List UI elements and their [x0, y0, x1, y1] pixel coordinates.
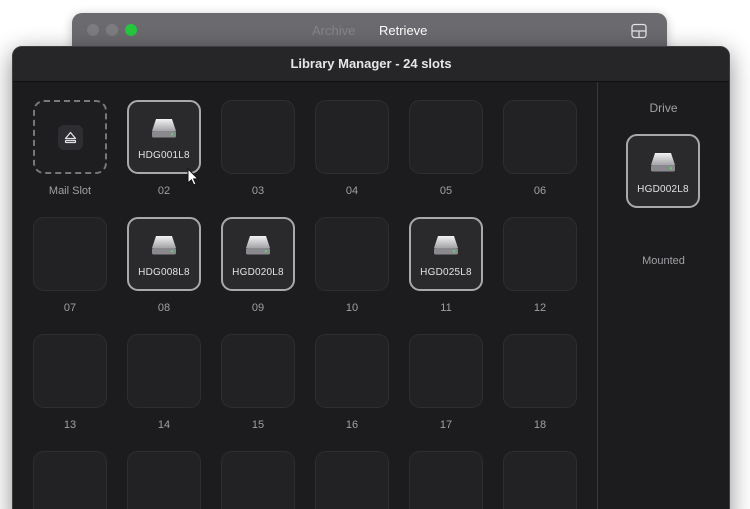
slot-number-label: 12: [533, 302, 547, 314]
empty-slot[interactable]: [33, 451, 107, 509]
drive-slot[interactable]: HGD002L8: [626, 134, 700, 208]
slot-number-label: Mail Slot: [48, 185, 92, 197]
eject-icon: [64, 131, 77, 144]
slot-number-label: 03: [251, 185, 265, 197]
tab-retrieve[interactable]: Retrieve: [379, 24, 427, 38]
drive-heading: Drive: [649, 101, 678, 115]
disk-name: HGD025L8: [420, 267, 472, 278]
slot-number-label: 10: [345, 302, 359, 314]
slot-number-label: 04: [345, 185, 359, 197]
slot-with-disk[interactable]: HGD020L8: [221, 217, 295, 291]
empty-slot[interactable]: [127, 451, 201, 509]
slot-number-label: 08: [157, 302, 171, 314]
screen: Archive Retrieve Library Manager - 24 sl…: [0, 0, 750, 509]
slot-grid: Mail Slot HDG001L8 02 03 04 05 06 07 HDG008L8 08 H…: [13, 82, 597, 509]
drive-disk-name: HGD002L8: [637, 184, 689, 195]
close-window-button[interactable]: [87, 24, 99, 36]
disk-name: HDG001L8: [138, 150, 190, 161]
empty-slot[interactable]: [409, 451, 483, 509]
hard-disk-icon: [246, 236, 270, 255]
hard-disk-icon: [152, 236, 176, 255]
disk-name: HGD020L8: [232, 267, 284, 278]
empty-slot[interactable]: [503, 217, 577, 291]
slot-number-label: 17: [439, 419, 453, 431]
empty-slot[interactable]: [503, 334, 577, 408]
hard-disk-icon: [152, 119, 176, 138]
empty-slot[interactable]: [221, 451, 295, 509]
empty-slot[interactable]: [315, 451, 389, 509]
minimize-window-button[interactable]: [106, 24, 118, 36]
slot-number-label: 18: [533, 419, 547, 431]
window-title: Library Manager - 24 slots: [13, 47, 729, 82]
slot-number-label: 11: [440, 302, 452, 314]
slot-number-label: 13: [63, 419, 77, 431]
slot-number-label: 14: [157, 419, 171, 431]
slot-number-label: 06: [533, 185, 547, 197]
eject-button[interactable]: [58, 125, 83, 150]
zoom-window-button[interactable]: [125, 24, 137, 36]
slot-with-disk[interactable]: HDG008L8: [127, 217, 201, 291]
layout-panels-icon[interactable]: [631, 23, 647, 39]
slot-number-label: 09: [251, 302, 265, 314]
drive-status: Mounted: [642, 255, 685, 267]
slot-with-disk[interactable]: HDG001L8: [127, 100, 201, 174]
empty-slot[interactable]: [127, 334, 201, 408]
tab-archive[interactable]: Archive: [312, 24, 355, 38]
mouse-pointer-icon: [187, 168, 199, 186]
library-manager-window: Library Manager - 24 slots Mail Slot HDG0…: [12, 46, 730, 509]
slot-number-label: 02: [157, 185, 171, 197]
empty-slot[interactable]: [409, 100, 483, 174]
empty-slot[interactable]: [409, 334, 483, 408]
empty-slot[interactable]: [503, 100, 577, 174]
empty-slot[interactable]: [33, 217, 107, 291]
mail-slot[interactable]: [33, 100, 107, 174]
hard-disk-icon: [651, 153, 675, 172]
slot-with-disk[interactable]: HGD025L8: [409, 217, 483, 291]
slot-number-label: 05: [439, 185, 453, 197]
slot-number-label: 07: [63, 302, 77, 314]
empty-slot[interactable]: [315, 100, 389, 174]
empty-slot[interactable]: [315, 217, 389, 291]
hard-disk-icon: [434, 236, 458, 255]
empty-slot[interactable]: [221, 100, 295, 174]
empty-slot[interactable]: [221, 334, 295, 408]
slot-number-label: 16: [345, 419, 359, 431]
empty-slot[interactable]: [503, 451, 577, 509]
disk-name: HDG008L8: [138, 267, 190, 278]
drive-panel: Drive HGD002L8 Mounted: [598, 82, 729, 509]
slot-number-label: 15: [251, 419, 265, 431]
empty-slot[interactable]: [33, 334, 107, 408]
empty-slot[interactable]: [315, 334, 389, 408]
